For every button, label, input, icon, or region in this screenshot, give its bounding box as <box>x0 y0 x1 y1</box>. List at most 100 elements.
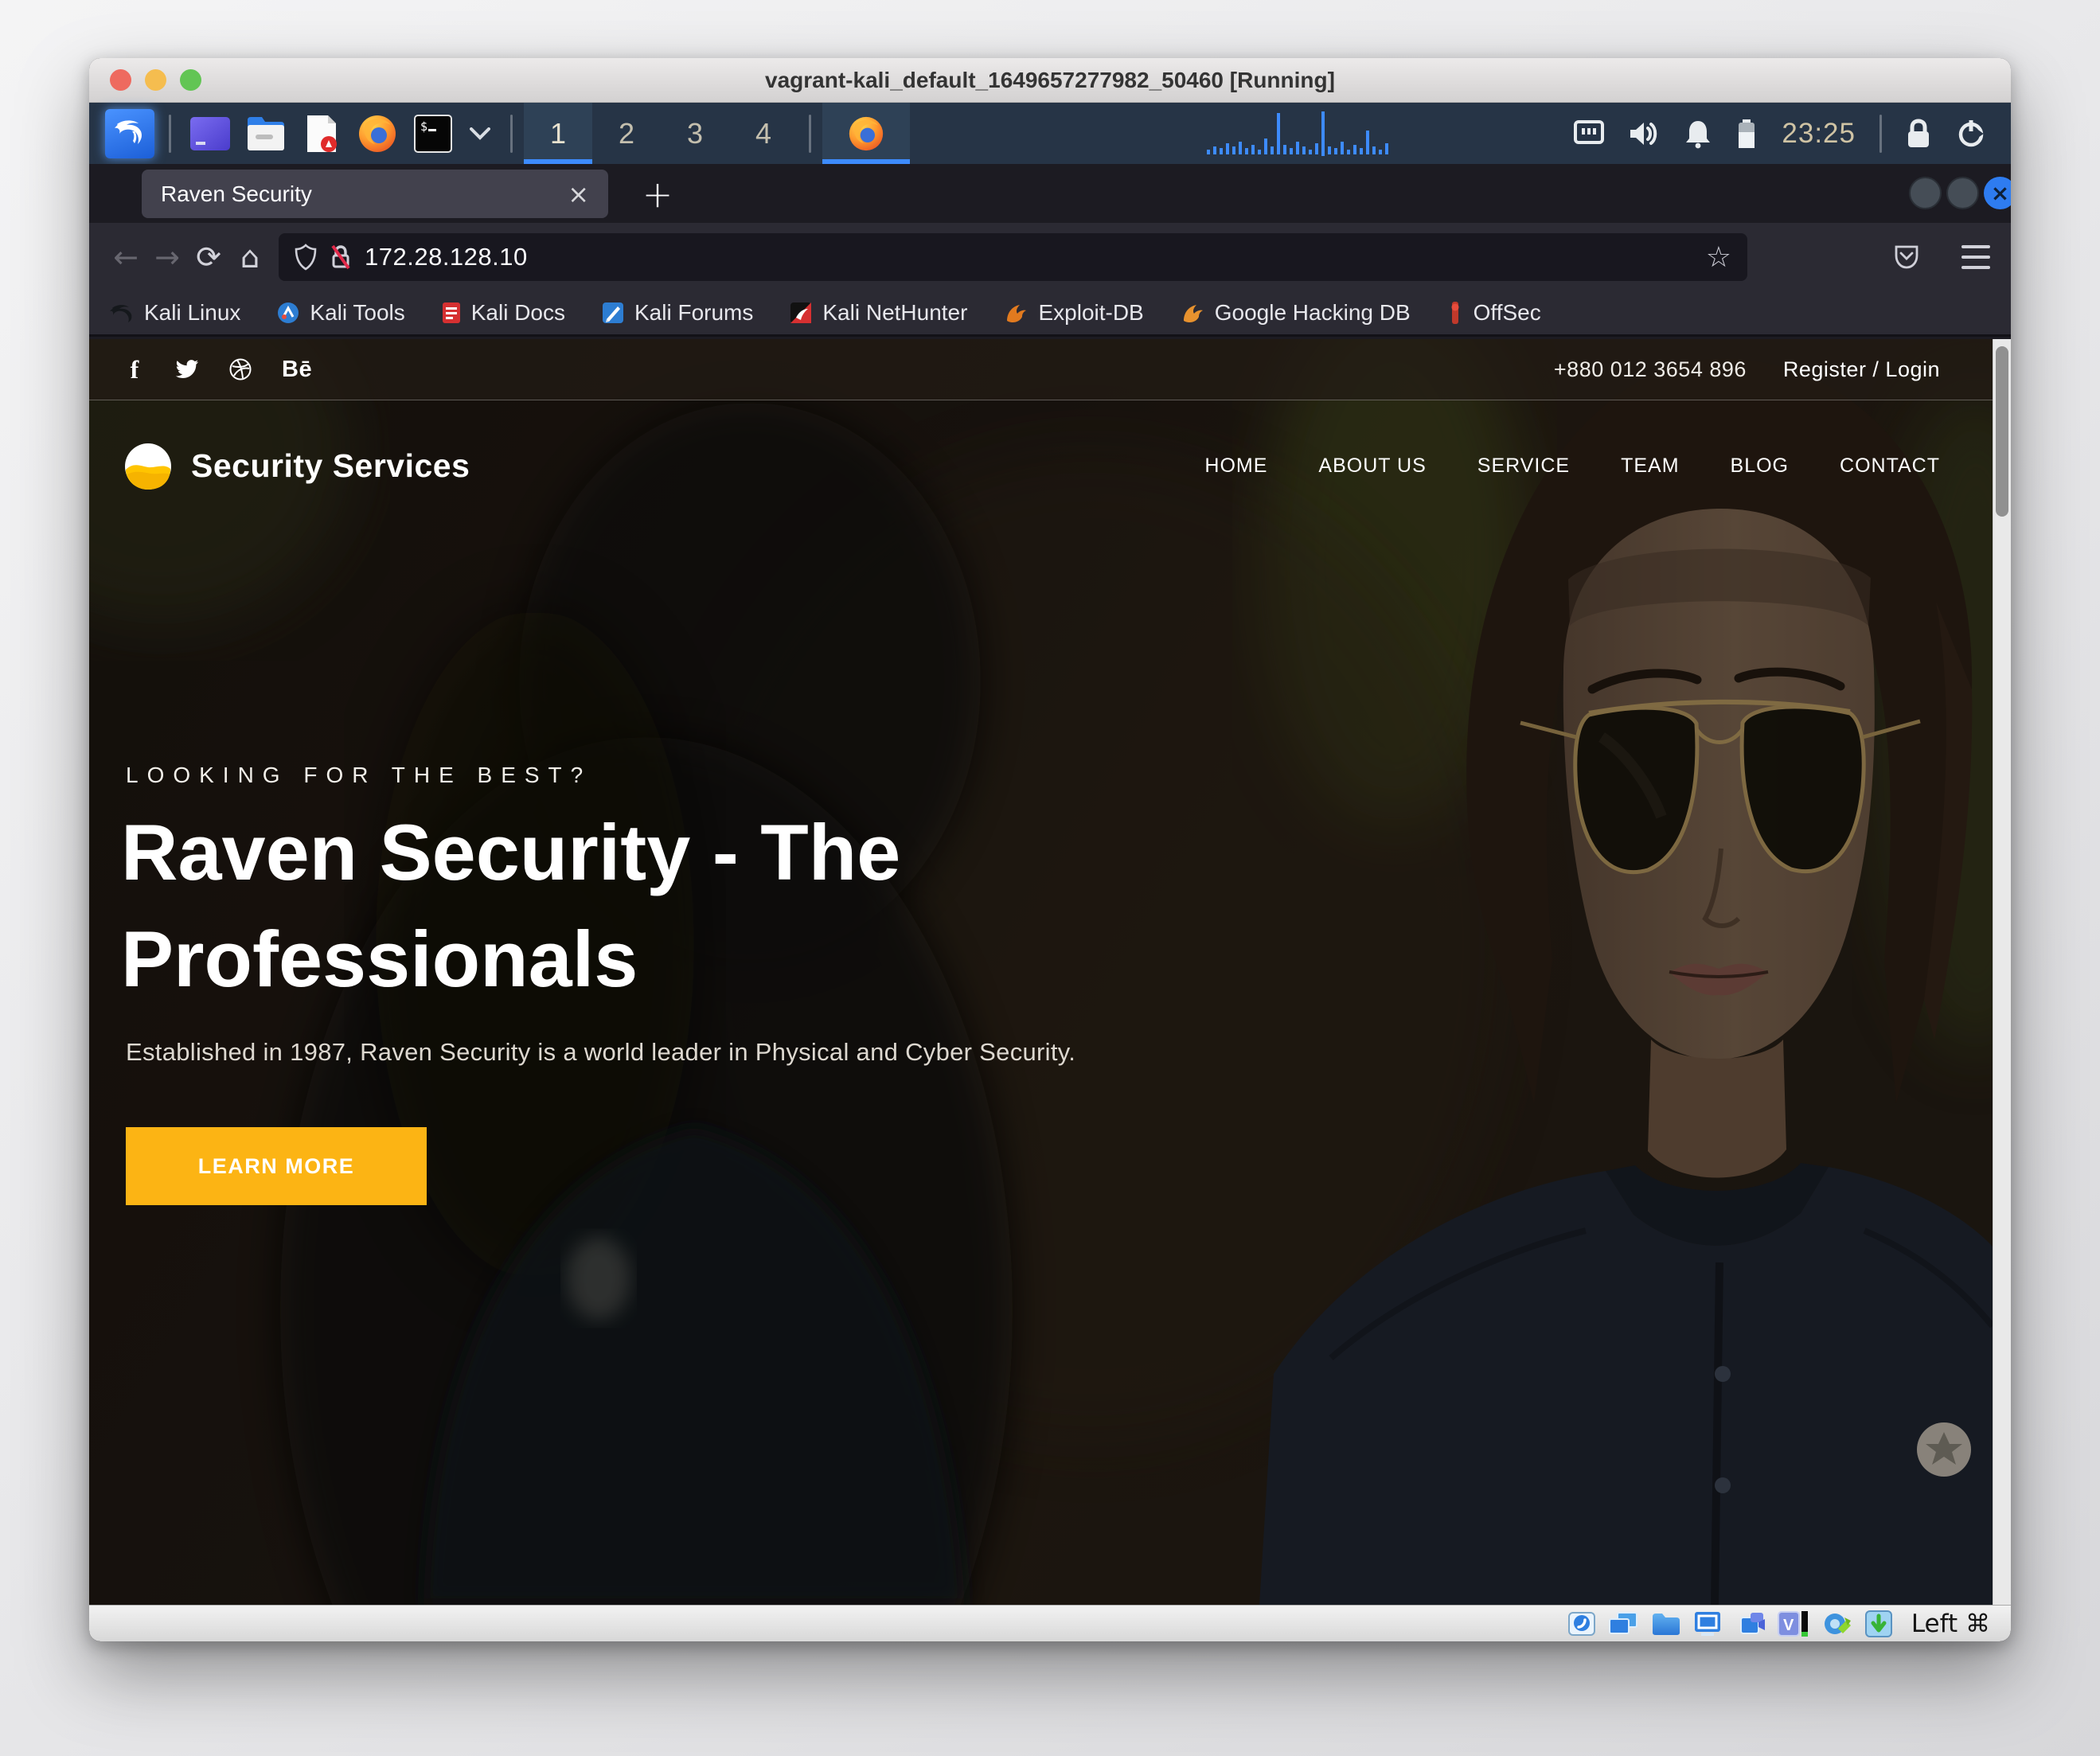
menu-icon[interactable] <box>1961 245 1990 269</box>
logout-button[interactable] <box>1956 119 1986 149</box>
bell-icon <box>1684 119 1712 149</box>
speaker-icon <box>1628 119 1660 148</box>
terminal-launcher[interactable]: $ <box>411 111 455 156</box>
url-bar[interactable]: 172.28.128.10 ☆ <box>279 233 1747 281</box>
firefox-tabbar: Raven Security × + × <box>89 164 2011 223</box>
hard-disk-icon[interactable] <box>1567 1610 1596 1638</box>
battery-indicator[interactable] <box>1736 118 1757 150</box>
bookmark-kali-nethunter[interactable]: Kali NetHunter <box>790 300 967 326</box>
google-hacking-db-icon <box>1181 302 1204 324</box>
browser-minimize-button[interactable] <box>1909 177 1942 209</box>
shared-folders-icon[interactable] <box>1650 1610 1680 1637</box>
firefox-launcher[interactable] <box>355 111 400 156</box>
nav-blog[interactable]: BLOG <box>1731 455 1789 478</box>
page-scrollbar[interactable] <box>1993 339 2011 1605</box>
workspace-1[interactable]: 1 <box>524 103 592 164</box>
register-login-link[interactable]: Register / Login <box>1783 357 1940 382</box>
workspace-3[interactable]: 3 <box>661 103 729 164</box>
nav-about-us[interactable]: ABOUT US <box>1318 455 1426 478</box>
browser-maximize-button[interactable] <box>1946 177 1979 209</box>
behance-icon[interactable]: Bē <box>282 357 312 383</box>
workspace-2-label: 2 <box>619 117 634 150</box>
bookmark-exploit-db[interactable]: Exploit-DB <box>1004 300 1143 326</box>
learn-more-button[interactable]: LEARN MORE <box>126 1127 427 1205</box>
tab-raven-security[interactable]: Raven Security × <box>142 170 608 218</box>
mouse-integration-icon[interactable] <box>1822 1610 1852 1638</box>
nav-service[interactable]: SERVICE <box>1477 455 1570 478</box>
bookmarks-bar: Kali Linux Kali Tools Kali Docs Kali For… <box>89 291 2011 337</box>
bookmark-kali-docs[interactable]: Kali Docs <box>442 300 565 326</box>
kali-forums-icon <box>602 302 624 324</box>
bookmark-label: Exploit-DB <box>1038 300 1143 326</box>
cpu-graph[interactable] <box>1204 107 1546 160</box>
keyboard-capture-icon[interactable] <box>1864 1610 1893 1638</box>
volume-indicator[interactable] <box>1628 119 1660 148</box>
url-text[interactable]: 172.28.128.10 <box>365 243 1693 271</box>
lock-screen-button[interactable] <box>1905 118 1932 150</box>
twitter-icon[interactable] <box>175 359 199 380</box>
workspace-4[interactable]: 4 <box>729 103 798 164</box>
file-manager-launcher[interactable] <box>244 111 288 156</box>
insecure-lock-icon[interactable] <box>330 244 352 271</box>
launcher-dropdown[interactable] <box>466 111 494 156</box>
document-icon <box>304 114 339 154</box>
network-adapters-icon[interactable] <box>1608 1610 1638 1638</box>
pocket-icon[interactable] <box>1893 244 1920 271</box>
cpu-graph-icon <box>1204 107 1546 156</box>
bookmark-label: Kali Tools <box>310 300 404 326</box>
forward-icon[interactable]: → <box>146 236 188 278</box>
navbar-right-icons <box>1893 223 1990 291</box>
bookmark-kali-tools[interactable]: Kali Tools <box>277 300 404 326</box>
site-topbar: f Bē +880 012 3654 896 Register / Login <box>89 339 1993 400</box>
panel-separator <box>510 115 513 153</box>
bookmark-label: OffSec <box>1474 300 1541 326</box>
folder-icon <box>246 115 286 152</box>
exploit-db-icon <box>1004 302 1028 324</box>
terminal-icon: $ <box>414 115 452 153</box>
bookmark-google-hacking-db[interactable]: Google Hacking DB <box>1181 300 1411 326</box>
topbar-right: +880 012 3654 896 Register / Login <box>1554 357 1940 382</box>
panel-clock[interactable]: 23:25 <box>1782 118 1856 150</box>
chevron-down-icon <box>470 127 490 140</box>
bookmark-label: Kali Linux <box>144 300 240 326</box>
tracking-shield-icon[interactable] <box>295 244 317 271</box>
bookmark-kali-linux[interactable]: Kali Linux <box>110 300 240 326</box>
nav-home[interactable]: HOME <box>1204 455 1267 478</box>
display-settings-launcher[interactable] <box>188 111 232 156</box>
facebook-icon[interactable]: f <box>124 355 145 384</box>
workspace-1-label: 1 <box>550 117 566 150</box>
cpu-features-icon[interactable]: V <box>1777 1610 1810 1638</box>
main-nav: HOME ABOUT US SERVICE TEAM BLOG CONTACT <box>1204 455 1940 478</box>
display-icon[interactable] <box>1692 1610 1723 1638</box>
workspace-2[interactable]: 2 <box>592 103 661 164</box>
network-indicator[interactable] <box>1574 120 1604 147</box>
vm-window: vagrant-kali_default_1649657277982_50460… <box>89 58 2011 1641</box>
text-editor-launcher[interactable] <box>299 111 344 156</box>
nav-contact[interactable]: CONTACT <box>1840 455 1940 478</box>
back-icon[interactable]: ← <box>105 236 146 278</box>
new-tab-button[interactable]: + <box>635 172 680 217</box>
firefox-navbar: ← → ⟳ ⌂ 172.28.128.10 ☆ <box>89 223 2011 291</box>
kali-dragon-icon <box>112 116 147 151</box>
notifications-indicator[interactable] <box>1684 119 1712 149</box>
recording-icon[interactable] <box>1735 1610 1765 1637</box>
brand[interactable]: Security Services <box>124 443 470 490</box>
bookmark-star-icon[interactable]: ☆ <box>1706 241 1731 274</box>
bookmark-kali-forums[interactable]: Kali Forums <box>602 300 753 326</box>
tab-close-icon[interactable]: × <box>553 179 589 209</box>
bookmark-offsec[interactable]: OffSec <box>1447 300 1541 326</box>
hero-title-line2: Professionals <box>121 906 1458 1013</box>
nav-team[interactable]: TEAM <box>1621 455 1679 478</box>
reload-icon[interactable]: ⟳ <box>188 236 229 278</box>
hero-title: Raven Security - The Professionals <box>121 799 1458 1013</box>
dribbble-icon[interactable] <box>229 358 252 380</box>
firefox-window-button[interactable] <box>822 103 910 164</box>
home-icon[interactable]: ⌂ <box>229 236 271 278</box>
scrollbar-thumb[interactable] <box>1996 346 2008 517</box>
browser-close-button[interactable]: × <box>1984 177 2011 209</box>
network-icon <box>1574 120 1604 147</box>
applications-menu-button[interactable] <box>105 109 154 158</box>
bookmark-label: Kali Forums <box>634 300 753 326</box>
phone-number: +880 012 3654 896 <box>1554 357 1747 382</box>
kali-dragon-icon <box>110 302 134 323</box>
